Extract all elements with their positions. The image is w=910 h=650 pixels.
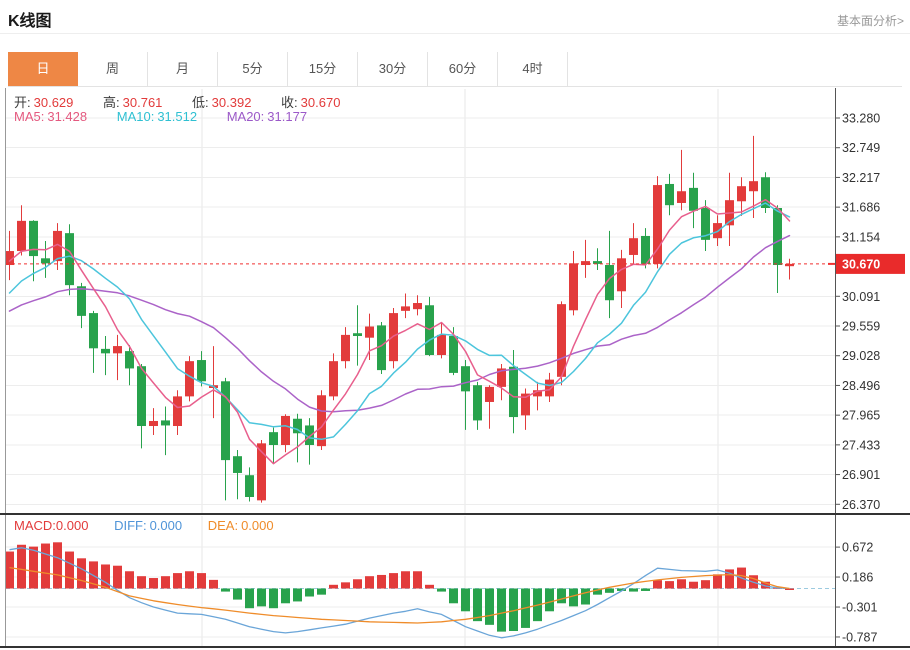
interval-tabbar: 日 周 月 5分 15分 30分 60分 4时: [8, 52, 902, 87]
tab-day[interactable]: 日: [8, 52, 78, 86]
tab-60min[interactable]: 60分: [428, 52, 498, 86]
tab-15min[interactable]: 15分: [288, 52, 358, 86]
kline-chart-svg: 33.280 32.749 32.217 31.686 31.154 30.091 29.5…: [0, 88, 910, 650]
svg-text:30.670: 30.670: [842, 257, 880, 271]
svg-text:27.433: 27.433: [842, 438, 880, 452]
kline-widget: K线图 基本面分析> 日 周 月 5分 15分 30分 60分 4时 33.28…: [0, 0, 910, 650]
svg-text:31.686: 31.686: [842, 201, 880, 215]
svg-text:30.091: 30.091: [842, 290, 880, 304]
svg-text:-0.787: -0.787: [842, 630, 877, 644]
svg-text:27.965: 27.965: [842, 409, 880, 423]
page-title: K线图: [8, 7, 52, 31]
svg-text:33.280: 33.280: [842, 112, 880, 126]
svg-text:0.186: 0.186: [842, 571, 873, 585]
svg-text:26.901: 26.901: [842, 468, 880, 482]
svg-text:-0.301: -0.301: [842, 601, 877, 615]
fundamental-analysis-link[interactable]: 基本面分析>: [837, 12, 904, 29]
svg-text:29.028: 29.028: [842, 349, 880, 363]
svg-text:26.370: 26.370: [842, 498, 880, 512]
svg-text:31.154: 31.154: [842, 230, 880, 244]
svg-text:32.749: 32.749: [842, 141, 880, 155]
tab-week[interactable]: 周: [78, 52, 148, 86]
svg-text:0.672: 0.672: [842, 541, 873, 555]
tab-30min[interactable]: 30分: [358, 52, 428, 86]
page-header: K线图 基本面分析>: [0, 0, 910, 34]
tab-4hour[interactable]: 4时: [498, 52, 568, 86]
svg-text:29.559: 29.559: [842, 320, 880, 334]
tab-month[interactable]: 月: [148, 52, 218, 86]
svg-text:28.496: 28.496: [842, 379, 880, 393]
tab-5min[interactable]: 5分: [218, 52, 288, 86]
chart-area[interactable]: 33.280 32.749 32.217 31.686 31.154 30.091 29.5…: [0, 88, 910, 650]
svg-text:32.217: 32.217: [842, 171, 880, 185]
